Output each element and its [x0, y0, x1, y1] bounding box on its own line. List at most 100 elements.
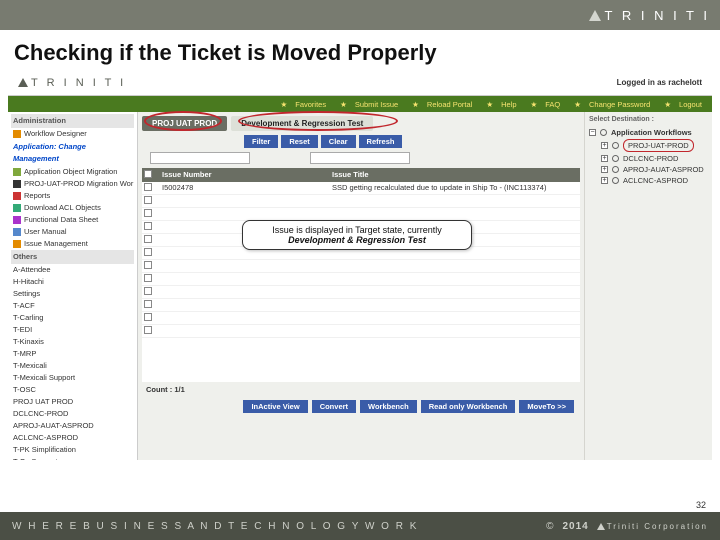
- dest-item[interactable]: +DCLCNC-PROD: [589, 153, 708, 164]
- nav-help[interactable]: ★Help: [480, 100, 522, 109]
- app-screenshot: T R I N I T I Logged in as rachelott ★Fa…: [8, 70, 712, 460]
- row-checkbox[interactable]: [144, 209, 152, 217]
- sidebar-others-header: Others: [11, 250, 134, 264]
- dest-root[interactable]: −Application Workflows: [589, 127, 708, 138]
- cell-issue-title: SSD getting recalculated due to update i…: [328, 182, 580, 193]
- sidebar-item[interactable]: A-Attendee: [11, 264, 134, 276]
- sidebar-item[interactable]: Application Object Migration: [11, 166, 134, 178]
- nav-logout[interactable]: ★Logout: [658, 100, 708, 109]
- star-icon: ★: [278, 100, 291, 109]
- nav-reload-portal[interactable]: ★Reload Portal: [406, 100, 478, 109]
- footer-tagline: W H E R E B U S I N E S S A N D T E C H …: [12, 521, 418, 532]
- row-checkbox[interactable]: [144, 300, 152, 308]
- gear-icon: [612, 155, 619, 162]
- sidebar-item[interactable]: Issue Management: [11, 238, 134, 250]
- star-icon: ★: [337, 100, 350, 109]
- row-checkbox[interactable]: [144, 235, 152, 243]
- brand-logo: T R I N I T I: [589, 8, 710, 23]
- nav-faq[interactable]: ★FAQ: [525, 100, 567, 109]
- table-row: [142, 260, 580, 273]
- star-icon: ★: [528, 100, 541, 109]
- issue-number-filter[interactable]: [150, 152, 250, 164]
- sidebar-item[interactable]: T-PK Simplification: [11, 444, 134, 456]
- nav-favorites[interactable]: ★Favorites: [275, 100, 333, 109]
- row-checkbox[interactable]: [144, 313, 152, 321]
- row-checkbox[interactable]: [144, 287, 152, 295]
- move-to-button[interactable]: MoveTo >>: [519, 400, 574, 413]
- sidebar-item[interactable]: User Manual: [11, 226, 134, 238]
- row-checkbox[interactable]: [144, 274, 152, 282]
- table-row: [142, 273, 580, 286]
- star-icon: ★: [409, 100, 422, 109]
- logged-in-label: Logged in as rachelott: [617, 78, 702, 87]
- issue-title-filter[interactable]: [310, 152, 410, 164]
- star-icon: ★: [661, 100, 674, 109]
- nav-change-password[interactable]: ★Change Password: [568, 100, 656, 109]
- collapse-icon[interactable]: −: [589, 129, 596, 136]
- sidebar-item[interactable]: T-OSC: [11, 384, 134, 396]
- sidebar-item[interactable]: T-Mexicali Support: [11, 372, 134, 384]
- row-checkbox[interactable]: [144, 248, 152, 256]
- dest-item[interactable]: +APROJ-AUAT-ASPROD: [589, 164, 708, 175]
- nav-submit-issue[interactable]: ★Submit Issue: [334, 100, 404, 109]
- sidebar-item[interactable]: Workflow Designer: [11, 128, 134, 140]
- sidebar-item[interactable]: DCLCNC-PROD: [11, 408, 134, 420]
- tab-state[interactable]: PROJ UAT PROD: [142, 116, 227, 131]
- destination-panel: Select Destination : −Application Workfl…: [584, 112, 712, 460]
- reset-button[interactable]: Reset: [281, 135, 317, 148]
- sidebar-item[interactable]: Settings: [11, 288, 134, 300]
- expand-icon[interactable]: +: [601, 166, 608, 173]
- footer-year: 2014: [562, 521, 588, 532]
- table-row[interactable]: I5002478 SSD getting recalculated due to…: [142, 182, 580, 195]
- expand-icon[interactable]: +: [601, 155, 608, 162]
- tab-target[interactable]: Development & Regression Test: [231, 116, 373, 131]
- download-icon: [13, 204, 21, 212]
- sidebar-item[interactable]: Reports: [11, 190, 134, 202]
- callout-line1: Issue is displayed in Target state, curr…: [272, 225, 441, 235]
- sidebar-item[interactable]: T-ACF: [11, 300, 134, 312]
- brand-text: T R I N I T I: [605, 8, 710, 23]
- workbench-button[interactable]: Workbench: [360, 400, 417, 413]
- workflow-tabs: PROJ UAT PROD Development & Regression T…: [142, 116, 580, 131]
- sidebar-item[interactable]: Functional Data Sheet: [11, 214, 134, 226]
- select-all-checkbox[interactable]: [144, 170, 152, 178]
- convert-button[interactable]: Convert: [312, 400, 356, 413]
- footer-corp: Triniti Corporation: [607, 522, 708, 531]
- row-checkbox[interactable]: [144, 196, 152, 204]
- dest-item[interactable]: +ACLCNC-ASPROD: [589, 175, 708, 186]
- filter-inputs: [150, 152, 580, 164]
- destination-header: Select Destination :: [589, 116, 708, 123]
- expand-icon[interactable]: +: [601, 142, 608, 149]
- sidebar-item[interactable]: T-EDI: [11, 324, 134, 336]
- sidebar-item[interactable]: ACLCNC-ASPROD: [11, 432, 134, 444]
- sidebar-item[interactable]: H-Hitachi: [11, 276, 134, 288]
- sidebar-item[interactable]: T-Kinaxis: [11, 336, 134, 348]
- filter-button[interactable]: Filter: [244, 135, 278, 148]
- gear-icon: [600, 129, 607, 136]
- refresh-button[interactable]: Refresh: [359, 135, 403, 148]
- filter-buttons: Filter Reset Clear Refresh: [244, 135, 580, 148]
- table-row: [142, 195, 580, 208]
- sidebar-item[interactable]: PROJ-UAT-PROD Migration Wor: [11, 178, 134, 190]
- sidebar-item[interactable]: APROJ-AUAT-ASPROD: [11, 420, 134, 432]
- row-checkbox[interactable]: [144, 183, 152, 191]
- sidebar-item[interactable]: PROJ UAT PROD: [11, 396, 134, 408]
- expand-icon[interactable]: +: [601, 177, 608, 184]
- row-checkbox[interactable]: [144, 222, 152, 230]
- row-checkbox[interactable]: [144, 326, 152, 334]
- inactive-view-button[interactable]: InActive View: [243, 400, 307, 413]
- highlighted-dest: PROJ-UAT-PROD: [623, 139, 694, 152]
- bottom-buttons: InActive View Convert Workbench Read onl…: [142, 397, 580, 416]
- sidebar-item[interactable]: T-MRP: [11, 348, 134, 360]
- sidebar-item[interactable]: T-Ov Support: [11, 456, 134, 460]
- readonly-workbench-button[interactable]: Read only Workbench: [421, 400, 516, 413]
- dest-item[interactable]: + PROJ-UAT-PROD: [589, 138, 708, 153]
- sidebar-item[interactable]: T-Carling: [11, 312, 134, 324]
- sidebar-item[interactable]: T-Mexicali: [11, 360, 134, 372]
- clear-button[interactable]: Clear: [321, 135, 356, 148]
- slide-footer: W H E R E B U S I N E S S A N D T E C H …: [0, 512, 720, 540]
- sidebar-item[interactable]: Download ACL Objects: [11, 202, 134, 214]
- app-body: Administration Workflow Designer Applica…: [8, 112, 712, 460]
- center-panel: PROJ UAT PROD Development & Regression T…: [138, 112, 584, 460]
- row-checkbox[interactable]: [144, 261, 152, 269]
